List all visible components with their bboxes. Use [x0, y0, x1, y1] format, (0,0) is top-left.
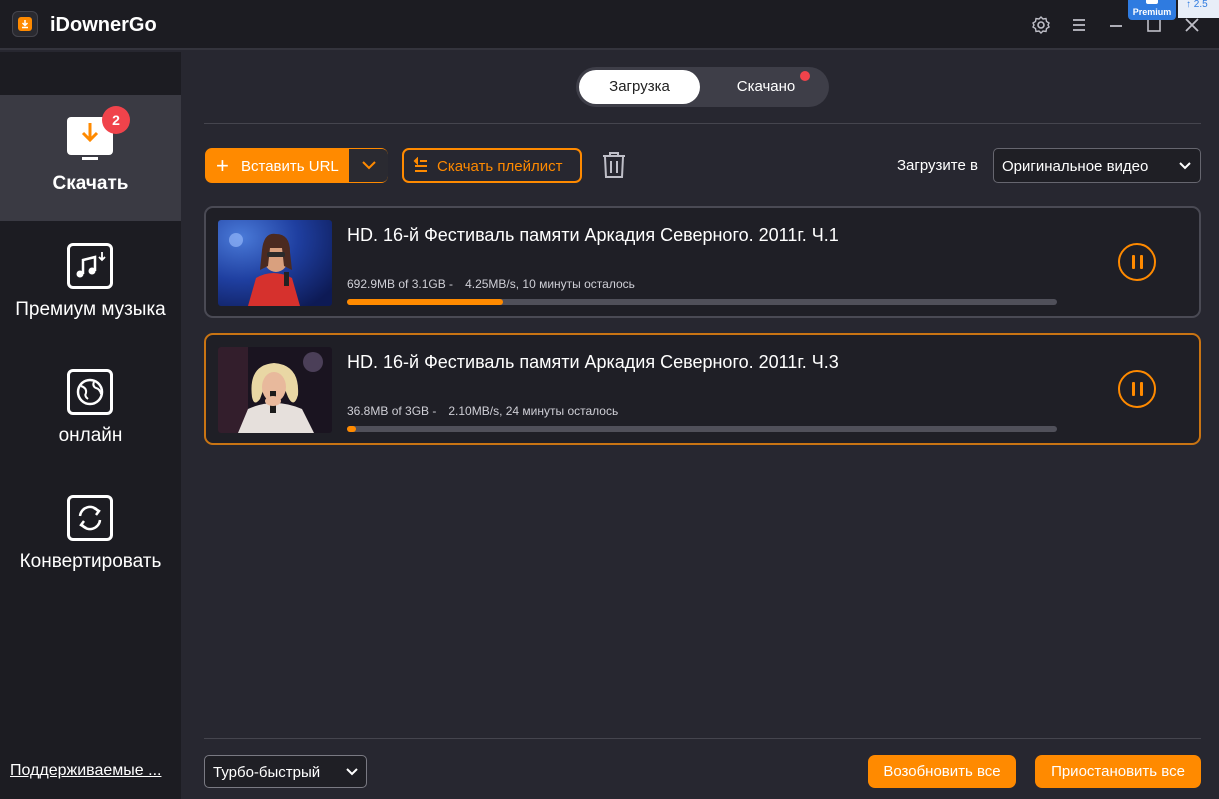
sidebar-item-download[interactable]: 2 Скачать — [0, 95, 181, 221]
trash-icon[interactable] — [600, 150, 628, 180]
download-tabs: Загрузка Скачано — [576, 67, 829, 107]
globe-icon — [67, 369, 113, 415]
chevron-down-icon — [346, 768, 358, 776]
progress-fill — [347, 426, 356, 432]
sidebar: 2 Скачать Премиум музыка онлайн Конверти… — [0, 52, 181, 799]
download-size: 692.9MB of 3.1GB - — [347, 277, 454, 291]
pause-icon — [1132, 255, 1135, 269]
settings-icon[interactable] — [1031, 15, 1051, 35]
close-icon[interactable] — [1182, 15, 1202, 35]
download-title: HD. 16-й Фестиваль памяти Аркадия Северн… — [347, 352, 839, 372]
menu-icon[interactable] — [1069, 15, 1089, 35]
premium-badge[interactable]: Premium — [1128, 0, 1176, 20]
new-items-dot — [800, 71, 810, 81]
minimize-icon[interactable] — [1106, 15, 1126, 35]
download-speed: 2.10MB/s, 24 минуты осталось — [448, 404, 619, 418]
download-status: 36.8MB of 3GB - 2.10MB/s, 24 минуты остал… — [347, 404, 618, 418]
tab-downloading[interactable]: Загрузка — [579, 70, 700, 104]
pause-all-button[interactable]: Приостановить все — [1035, 755, 1201, 788]
progress-bar — [347, 299, 1057, 305]
plus-icon: + — [216, 153, 229, 178]
pause-icon — [1140, 382, 1143, 396]
pause-button[interactable] — [1118, 370, 1156, 408]
quality-value: Оригинальное видео — [1002, 158, 1149, 175]
divider — [204, 123, 1201, 124]
paste-url-dropdown[interactable] — [348, 149, 388, 182]
sidebar-item-label: онлайн — [58, 425, 123, 446]
convert-icon — [67, 495, 113, 541]
sidebar-item-label: Премиум музыка — [15, 299, 166, 320]
premium-crown-icon — [1146, 0, 1158, 4]
download-playlist-label: Скачать плейлист — [437, 158, 563, 175]
chevron-down-icon — [362, 161, 376, 170]
paste-url-button[interactable]: + Вставить URL — [205, 148, 388, 183]
quality-select[interactable]: Оригинальное видео — [993, 148, 1201, 183]
premium-label: Premium — [1132, 7, 1172, 17]
resume-all-button[interactable]: Возобновить все — [868, 755, 1016, 788]
sidebar-item-label: Конвертировать — [19, 551, 162, 572]
chevron-down-icon — [1179, 162, 1191, 170]
app-logo-icon — [12, 11, 38, 37]
sidebar-item-label: Скачать — [52, 173, 129, 194]
supported-sites-link[interactable]: Поддерживаемые ... — [10, 762, 161, 780]
app-title: iDownerGo — [50, 14, 157, 36]
music-download-icon — [67, 243, 113, 289]
speed-mode-value: Турбо-быстрый — [213, 764, 321, 781]
download-status: 692.9MB of 3.1GB - 4.25MB/s, 10 минуты ос… — [347, 277, 635, 291]
video-thumbnail[interactable] — [218, 220, 332, 306]
paste-url-label: Вставить URL — [241, 158, 339, 175]
sidebar-item-convert[interactable]: Конвертировать — [0, 473, 181, 599]
download-count-badge: 2 — [102, 106, 130, 134]
sidebar-item-online[interactable]: онлайн — [0, 347, 181, 473]
video-thumbnail[interactable] — [218, 347, 332, 433]
download-title: HD. 16-й Фестиваль памяти Аркадия Северн… — [347, 225, 839, 245]
monitor-stand — [82, 157, 98, 160]
download-playlist-button[interactable]: Скачать плейлист — [402, 148, 582, 183]
pause-icon — [1132, 382, 1135, 396]
progress-bar — [347, 426, 1057, 432]
title-bar: iDownerGo Premium ↑ 2.5 — [0, 0, 1219, 50]
corner-peek: ↑ 2.5 — [1178, 0, 1219, 18]
divider — [204, 738, 1201, 739]
sidebar-item-premium-music[interactable]: Премиум музыка — [0, 221, 181, 347]
speed-mode-select[interactable]: Турбо-быстрый — [204, 755, 367, 788]
download-speed: 4.25MB/s, 10 минуты осталось — [465, 277, 635, 291]
pause-button[interactable] — [1118, 243, 1156, 281]
pause-icon — [1140, 255, 1143, 269]
download-size: 36.8MB of 3GB - — [347, 404, 437, 418]
download-item: HD. 16-й Фестиваль памяти Аркадия Северн… — [204, 333, 1201, 445]
download-item: HD. 16-й Фестиваль памяти Аркадия Северн… — [204, 206, 1201, 318]
playlist-icon — [413, 157, 427, 172]
progress-fill — [347, 299, 504, 305]
download-to-label: Загрузите в — [897, 157, 978, 174]
